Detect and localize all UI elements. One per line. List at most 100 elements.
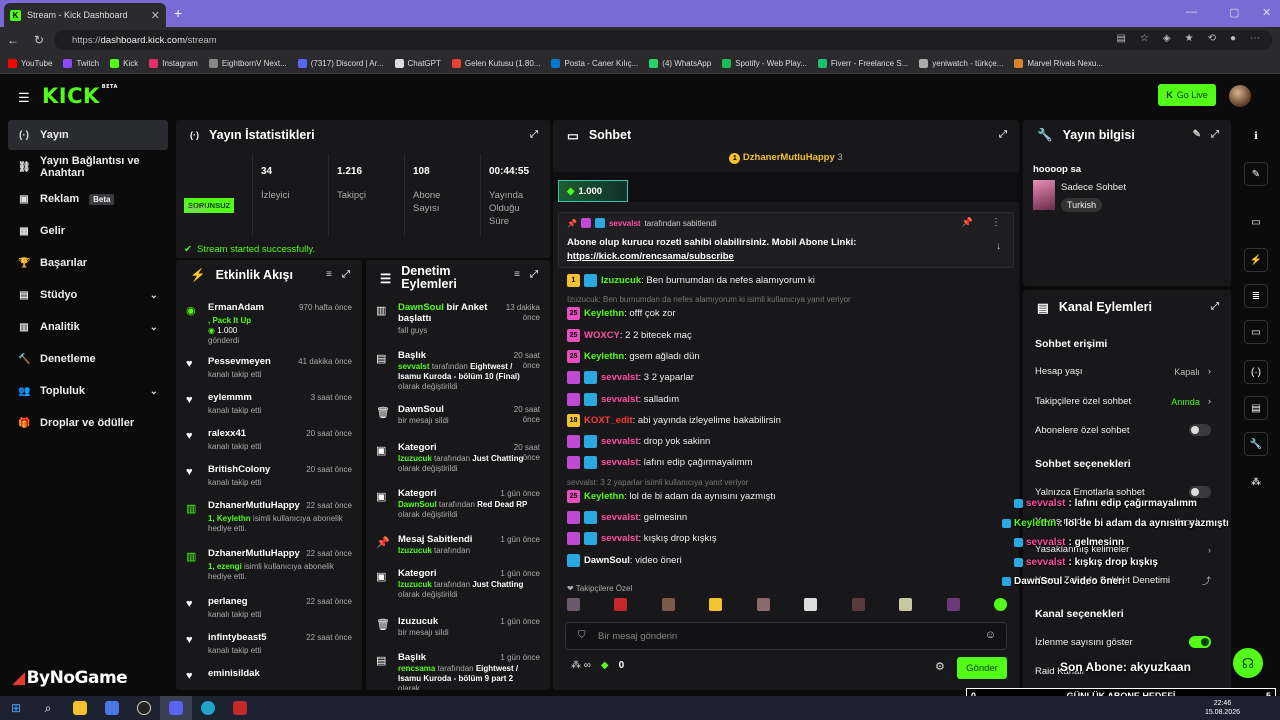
chat-input-box[interactable]: ⛉ Bir mesaj gönderin ☺ <box>565 622 1007 650</box>
go-live-button[interactable]: K Go Live <box>1158 84 1216 106</box>
expand-icon[interactable]: ⤢ <box>530 269 538 280</box>
bookmark-item[interactable]: (7317) Discord | Ar... <box>297 58 384 68</box>
chat-username[interactable]: sevvalst <box>601 394 639 405</box>
edit-icon[interactable]: ✎ <box>1193 129 1201 140</box>
bookmark-item[interactable]: Kick <box>110 58 138 68</box>
category-thumbnail[interactable] <box>1033 180 1055 210</box>
chat-message[interactable]: 25 Keylethn: gsem ağladı dün <box>567 349 700 363</box>
activity-username[interactable]: perlaneg <box>208 596 248 607</box>
wrench-icon[interactable]: 🔧 <box>1244 432 1268 456</box>
emote-thumbnail[interactable] <box>899 598 913 611</box>
browser-tab[interactable]: K Stream - Kick Dashboard ✕ <box>4 3 166 27</box>
chat-message[interactable]: sevvalst: gelmesinn <box>567 511 687 524</box>
emote-thumbnail[interactable] <box>993 598 1007 611</box>
url-field[interactable]: https://dashboard.kick.com/stream <box>54 30 1272 50</box>
lightning-icon[interactable]: ⚡ <box>1244 248 1268 272</box>
activity-username[interactable]: DzhanerMutluHappy <box>208 500 300 511</box>
chevron-down-icon[interactable]: ⌄ <box>150 386 158 397</box>
expand-icon[interactable]: ⤢ <box>342 269 350 280</box>
chevron-down-icon[interactable]: ⌄ <box>150 322 158 333</box>
profile-icon[interactable]: ● <box>1230 33 1236 44</box>
chat-message[interactable]: sevvalst: drop yok sakinn <box>567 435 710 449</box>
emote-thumbnail[interactable] <box>756 598 770 611</box>
sidebar-item[interactable]: ▥ Analitik ⌄ <box>8 312 168 342</box>
minimize-button[interactable]: — <box>1186 6 1197 18</box>
window-close-button[interactable]: ✕ <box>1262 6 1271 19</box>
bookmark-item[interactable]: Instagram <box>149 58 198 68</box>
followers-only-row[interactable]: Takipçilere özel sohbet Anında › <box>1035 396 1211 407</box>
emote-thumbnail[interactable] <box>851 598 865 611</box>
chat-username[interactable]: DawnSoul <box>584 555 630 566</box>
unpin-icon[interactable]: 📌 <box>962 217 973 228</box>
chat-username[interactable]: Keylethn <box>584 308 624 319</box>
chat-username[interactable]: Keylethn <box>584 491 624 502</box>
activity-username[interactable]: ErmanAdam <box>208 302 264 313</box>
apps-icon[interactable]: ⁂ <box>1244 470 1268 494</box>
sidebar-item[interactable]: ⛓ Yayın Bağlantısı ve Anahtarı <box>8 152 168 182</box>
kick-logo[interactable]: KICK BETA <box>42 84 118 108</box>
expand-down-icon[interactable]: ↓ <box>996 241 1001 252</box>
search-icon[interactable]: ⌕ <box>32 696 64 720</box>
stream-category[interactable]: Sadece Sohbet <box>1061 182 1126 193</box>
sidebar-item[interactable]: 🔨 Denetleme <box>8 344 168 374</box>
app-icon[interactable] <box>224 696 256 720</box>
subs-only-toggle[interactable] <box>1189 424 1211 436</box>
sidebar-item[interactable]: (·) Yayın <box>8 120 168 150</box>
activity-username[interactable]: eminisildak <box>208 668 260 679</box>
windows-start-icon[interactable]: ⊞ <box>0 696 32 720</box>
bookmark-item[interactable]: YouTube <box>8 58 52 68</box>
chat-icon[interactable]: ▭ <box>1244 320 1268 344</box>
sidebar-item[interactable]: 🎁 Droplar ve ödüller <box>8 408 168 438</box>
activity-username[interactable]: infintybeast5 <box>208 632 267 643</box>
chat-message[interactable]: 25 WOXCY: 2 2 bitecek maç <box>567 328 692 342</box>
chat-message[interactable]: 18 KOXT_edit: abi yayında izleyelime baka… <box>567 413 781 427</box>
emote-thumbnail[interactable] <box>946 598 960 611</box>
bookmark-item[interactable]: EightbornV Next... <box>208 58 287 68</box>
expand-icon[interactable]: ⤢ <box>530 129 538 140</box>
hamburger-icon[interactable]: ☰ <box>18 90 30 106</box>
expand-icon[interactable]: ⤢ <box>999 129 1007 140</box>
info-icon[interactable]: ℹ <box>1244 124 1268 148</box>
sidebar-item[interactable]: 👥 Topluluk ⌄ <box>8 376 168 406</box>
chat-username[interactable]: sevvalst <box>601 457 639 468</box>
sidebar-item[interactable]: ▤ Stüdyo ⌄ <box>8 280 168 310</box>
gear-icon[interactable]: ⚙ <box>935 660 945 673</box>
activity-username[interactable]: BritishColony <box>208 464 270 475</box>
chat-username[interactable]: sevvalst <box>601 372 639 383</box>
emoji-icon[interactable]: ☺ <box>985 629 996 641</box>
favorites-icon[interactable]: ★ <box>1185 33 1194 44</box>
chat-username[interactable]: WOXCY <box>584 330 620 341</box>
edge-icon[interactable] <box>192 696 224 720</box>
chat-message[interactable]: sevvalst: 3 2 yaparlar <box>567 371 694 385</box>
activity-username[interactable]: DzhanerMutluHappy <box>208 548 300 559</box>
bookmark-item[interactable]: Posta - Caner Kılıç... <box>551 58 638 68</box>
pinned-by[interactable]: sevvalst <box>609 219 641 228</box>
extension-icon[interactable]: ◈ <box>1163 33 1171 44</box>
chat-message[interactable]: sevvalst: lafını edip çağırmayalımm <box>567 456 753 470</box>
maximize-button[interactable]: ▢ <box>1229 6 1239 19</box>
bookmark-item[interactable]: yeniwatch - türkçe... <box>919 58 1003 68</box>
bookmark-item[interactable]: ChatGPT <box>394 58 441 68</box>
new-tab-button[interactable]: + <box>174 5 182 21</box>
channel-icon[interactable]: ▤ <box>1244 396 1268 420</box>
kicks-pill[interactable]: ◆ 1.000 <box>558 180 628 202</box>
chat-username[interactable]: KOXT_edit <box>584 415 633 426</box>
bookmark-item[interactable]: Gelen Kutusu (1.80... <box>451 58 540 68</box>
stream-tag[interactable]: Turkish <box>1061 198 1103 212</box>
menu-icon[interactable]: ⋯ <box>1250 33 1260 44</box>
send-button[interactable]: Gönder <box>957 657 1007 679</box>
reader-icon[interactable]: ▤ <box>1116 33 1125 44</box>
sidebar-item[interactable]: 🏆 Başarılar <box>8 248 168 278</box>
pinned-link[interactable]: https://kick.com/rencsama/subscribe <box>567 251 734 262</box>
chat-username[interactable]: Keylethn <box>584 351 624 362</box>
discord-icon[interactable] <box>160 696 192 720</box>
users-icon[interactable]: ⁂ ∞ <box>571 660 591 671</box>
chat-message[interactable]: DawnSoul: video öneri <box>567 553 682 567</box>
activity-username[interactable]: ralexx41 <box>208 428 246 439</box>
top-gifter-name[interactable]: DzhanerMutluHappy <box>743 152 835 163</box>
bookmark-item[interactable]: Marvel Rivals Nexu... <box>1014 58 1103 68</box>
chat-message[interactable]: 1 Izuzucuk: Ben burnumdan da nefes alamıy… <box>567 274 815 287</box>
user-avatar[interactable] <box>1229 85 1251 107</box>
chat-username[interactable]: sevvalst <box>601 512 639 523</box>
account-age-row[interactable]: Hesap yaşı Kapalı › <box>1035 366 1211 377</box>
